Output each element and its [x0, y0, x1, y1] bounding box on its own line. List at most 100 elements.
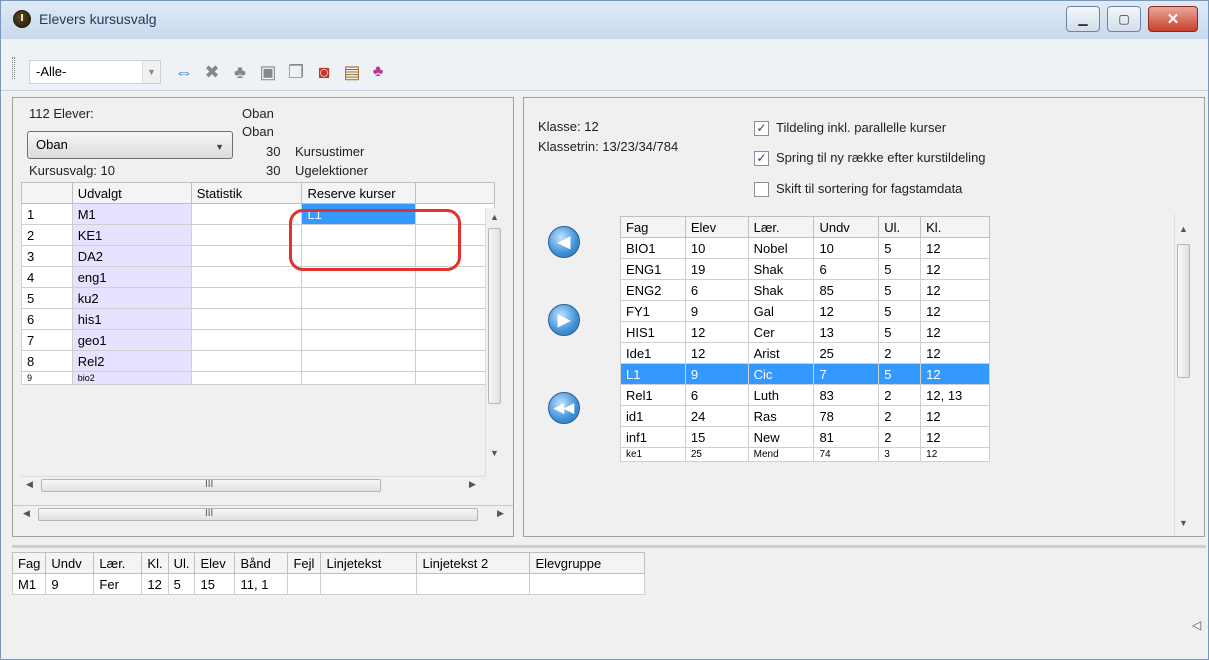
cell[interactable]: Cic: [747, 363, 815, 385]
cell[interactable]: ENG1: [620, 258, 686, 280]
cell[interactable]: [416, 573, 531, 595]
move-right-button[interactable]: ▶: [548, 304, 580, 336]
cell[interactable]: 9: [684, 363, 749, 385]
cell[interactable]: 12: [920, 237, 990, 259]
cell[interactable]: 12: [920, 279, 990, 301]
reserve-course-cell[interactable]: [301, 350, 417, 372]
table-row[interactable]: ENG1 19 Shak 6 5 12: [620, 258, 990, 280]
chevron-down-icon[interactable]: ▼: [142, 61, 160, 83]
cell[interactable]: 6: [684, 384, 749, 406]
column-header[interactable]: Kl.: [141, 552, 169, 574]
scroll-left-icon[interactable]: ◀: [23, 508, 30, 519]
toolbar-grip[interactable]: [12, 57, 15, 79]
cell[interactable]: 10: [684, 237, 749, 259]
cell[interactable]: M1: [11, 573, 47, 595]
option-label-parallel[interactable]: Tildeling inkl. parallelle kurser: [776, 120, 946, 135]
move-all-left-button[interactable]: ◀◀: [548, 392, 580, 424]
reserve-course-cell[interactable]: [301, 371, 417, 385]
cell[interactable]: FY1: [620, 300, 686, 322]
copy-icon[interactable]: ❐: [285, 61, 307, 83]
selected-course-cell[interactable]: KE1: [71, 224, 192, 246]
table-row[interactable]: id1 24 Ras 78 2 12: [620, 405, 990, 427]
cell[interactable]: Mend: [747, 447, 815, 462]
selected-course-cell[interactable]: DA2: [71, 245, 192, 267]
column-header[interactable]: Linjetekst: [320, 552, 418, 574]
statistics-cell[interactable]: [190, 245, 303, 267]
selected-course-cell[interactable]: Rel2: [71, 350, 192, 372]
scroll-right-icon[interactable]: ▶: [497, 508, 504, 519]
selected-course-cell[interactable]: geo1: [71, 329, 192, 351]
option-label-jump[interactable]: Spring til ny række efter kurstildeling: [776, 150, 986, 165]
cell[interactable]: 12: [684, 321, 749, 343]
cell[interactable]: 9: [684, 300, 749, 322]
lock-icon[interactable]: ▣: [257, 61, 279, 83]
cell[interactable]: 12: [920, 321, 990, 343]
scroll-left-icon[interactable]: ◀: [26, 479, 33, 490]
column-header[interactable]: Fag: [620, 216, 686, 238]
cell[interactable]: 12: [920, 300, 990, 322]
cell[interactable]: HIS1: [620, 321, 686, 343]
cell[interactable]: 83: [813, 384, 880, 406]
column-header[interactable]: Elev: [684, 216, 749, 238]
table-row[interactable]: HIS1 12 Cer 13 5 12: [620, 321, 990, 343]
cell[interactable]: 5: [878, 237, 922, 259]
table-row[interactable]: 7 geo1: [21, 329, 495, 351]
cell[interactable]: 9: [45, 573, 95, 595]
left-table-hscroll[interactable]: ◀ III ▶: [21, 476, 485, 493]
filter-combo[interactable]: -Alle- ▼: [29, 60, 161, 84]
column-header[interactable]: Undv: [813, 216, 880, 238]
cell[interactable]: 5: [878, 258, 922, 280]
scroll-thumb[interactable]: [1177, 244, 1190, 378]
move-left-button[interactable]: ◀: [548, 226, 580, 258]
selected-course-cell[interactable]: eng1: [71, 266, 192, 288]
cell[interactable]: 12: [684, 342, 749, 364]
table-row[interactable]: Ide1 12 Arist 25 2 12: [620, 342, 990, 364]
cell[interactable]: 5: [878, 279, 922, 301]
cell[interactable]: L1: [620, 363, 686, 385]
minimize-button[interactable]: ▁: [1066, 6, 1100, 32]
cell[interactable]: 19: [684, 258, 749, 280]
cell[interactable]: id1: [620, 405, 686, 427]
cell[interactable]: 25: [684, 447, 749, 462]
column-header[interactable]: Bånd: [234, 552, 289, 574]
cell[interactable]: ENG2: [620, 279, 686, 301]
cell[interactable]: Arist: [747, 342, 815, 364]
cell[interactable]: 25: [813, 342, 880, 364]
option-checkbox-sort[interactable]: [754, 182, 769, 197]
selected-course-cell[interactable]: M1: [71, 203, 192, 225]
table-row[interactable]: FY1 9 Gal 12 5 12: [620, 300, 990, 322]
cell[interactable]: New: [747, 426, 815, 448]
delete-icon[interactable]: ✖: [201, 61, 223, 83]
cell[interactable]: ke1: [620, 447, 686, 462]
statistics-cell[interactable]: [190, 329, 303, 351]
column-header[interactable]: [21, 182, 73, 204]
cell[interactable]: 12: [920, 426, 990, 448]
column-header[interactable]: Elevgruppe: [529, 552, 646, 574]
column-header[interactable]: Ul.: [878, 216, 922, 238]
cell[interactable]: 15: [684, 426, 749, 448]
cell[interactable]: 2: [878, 342, 922, 364]
table-row[interactable]: ENG2 6 Shak 85 5 12: [620, 279, 990, 301]
cell[interactable]: 2: [878, 384, 922, 406]
selected-course-cell[interactable]: his1: [71, 308, 192, 330]
cell[interactable]: 12, 13: [920, 384, 990, 406]
left-panel-hscroll[interactable]: ◀ III ▶: [13, 505, 513, 522]
column-header[interactable]: Fag: [11, 552, 47, 574]
cell[interactable]: Ras: [747, 405, 815, 427]
statistics-cell[interactable]: [190, 287, 303, 309]
cell[interactable]: 11, 1: [234, 573, 289, 595]
cell[interactable]: 6: [813, 258, 880, 280]
option-checkbox-parallel[interactable]: ✓: [754, 121, 769, 136]
scroll-down-icon[interactable]: ▼: [490, 448, 499, 458]
maximize-button[interactable]: ▢: [1107, 6, 1141, 32]
cell[interactable]: 12: [920, 405, 990, 427]
cell[interactable]: 12: [920, 342, 990, 364]
reserve-course-cell[interactable]: [301, 308, 417, 330]
student-select[interactable]: Oban ▼: [27, 131, 233, 159]
cell[interactable]: Ide1: [620, 342, 686, 364]
cell[interactable]: 12: [920, 258, 990, 280]
cell[interactable]: Shak: [747, 279, 815, 301]
cell[interactable]: 2: [878, 426, 922, 448]
scroll-down-icon[interactable]: ▼: [1179, 518, 1188, 528]
column-header[interactable]: Statistik: [190, 182, 303, 204]
